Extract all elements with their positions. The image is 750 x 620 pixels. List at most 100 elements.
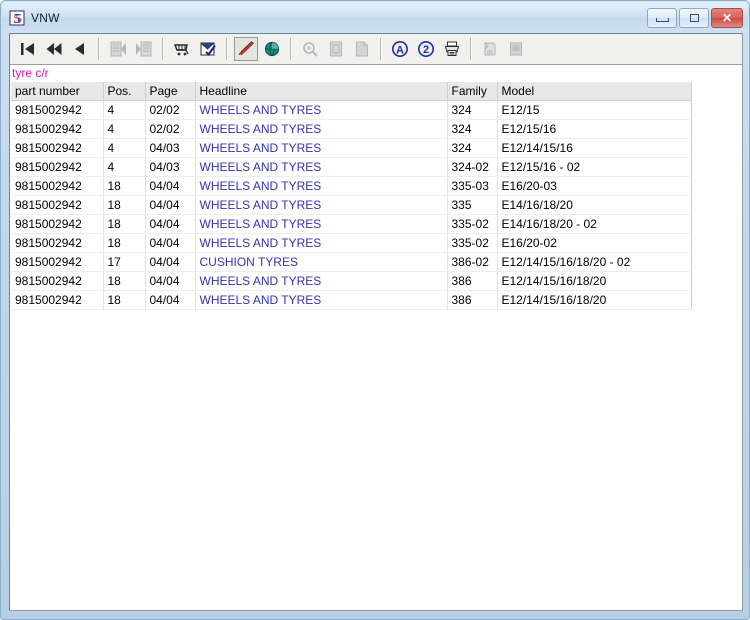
close-button[interactable]: ✕ (711, 7, 743, 28)
globe-icon[interactable] (260, 37, 284, 61)
highlight-pen-icon[interactable] (234, 37, 258, 61)
cell-head[interactable]: WHEELS AND TYRES (195, 271, 448, 291)
toolbar: A2 (10, 34, 742, 65)
cell-family: 335-02 (447, 233, 498, 253)
cell-model: E12/15 (497, 100, 692, 120)
document-next-icon (132, 37, 156, 61)
cell-head[interactable]: WHEELS AND TYRES (195, 138, 448, 158)
cell-part: 9815002942 (11, 100, 104, 120)
results-table: part number Pos. Page Headline Family Model 9… (11, 82, 692, 310)
cell-model: E12/14/15/16/18/20 (497, 271, 692, 291)
clipboard-icon (504, 37, 528, 61)
cell-model: E12/14/15/16/18/20 (497, 290, 692, 310)
window-title: VNW (31, 10, 60, 25)
cell-head[interactable]: WHEELS AND TYRES (195, 176, 448, 196)
maximize-icon (680, 9, 708, 27)
cell-head[interactable]: WHEELS AND TYRES (195, 100, 448, 120)
table-row[interactable]: 9815002942 17 04/04 CUSHION TYRES 386-02 E12/… (11, 252, 692, 272)
fast-rewind-icon[interactable] (42, 37, 66, 61)
toolbar-separator (226, 38, 228, 60)
application-window: 5 5 VNW ✕ A2 tyre c/r part number Pos. Pag… (0, 0, 750, 620)
annotate-a-icon[interactable]: A (388, 37, 412, 61)
column-header-part[interactable]: part number (11, 82, 104, 101)
cell-pos: 18 (103, 233, 146, 253)
cell-pos: 18 (103, 271, 146, 291)
table-row[interactable]: 9815002942 4 02/02 WHEELS AND TYRES 324 E12/1… (11, 119, 692, 139)
maximize-button[interactable] (679, 7, 709, 28)
cell-pos: 18 (103, 195, 146, 215)
cell-page: 04/04 (145, 214, 196, 234)
cell-family: 324 (447, 138, 498, 158)
notes-icon (478, 37, 502, 61)
table-row[interactable]: 9815002942 4 04/03 WHEELS AND TYRES 324-02 E1… (11, 157, 692, 177)
cell-family: 386 (447, 271, 498, 291)
cell-family: 335-03 (447, 176, 498, 196)
cell-part: 9815002942 (11, 119, 104, 139)
cell-page: 04/04 (145, 252, 196, 272)
cell-page: 04/04 (145, 195, 196, 215)
column-header-family[interactable]: Family (447, 82, 498, 101)
results-body: 9815002942 4 02/02 WHEELS AND TYRES 324 E12/1… (11, 100, 692, 310)
cell-head[interactable]: WHEELS AND TYRES (195, 214, 448, 234)
toolbar-separator (98, 38, 100, 60)
cell-model: E12/14/15/16 (497, 138, 692, 158)
title-bar[interactable]: 5 5 VNW ✕ (2, 2, 748, 33)
cell-page: 04/03 (145, 138, 196, 158)
results-header-row: part number Pos. Page Headline Family Model (11, 82, 692, 101)
cell-pos: 18 (103, 214, 146, 234)
cell-family: 335-02 (447, 214, 498, 234)
table-row[interactable]: 9815002942 18 04/04 WHEELS AND TYRES 335 E14/… (11, 195, 692, 215)
cell-model: E12/15/16 (497, 119, 692, 139)
cell-family: 386 (447, 290, 498, 310)
cell-part: 9815002942 (11, 195, 104, 215)
table-row[interactable]: 9815002942 18 04/04 WHEELS AND TYRES 386 E12/… (11, 290, 692, 310)
cell-head[interactable]: WHEELS AND TYRES (195, 119, 448, 139)
table-row[interactable]: 9815002942 18 04/04 WHEELS AND TYRES 335-02 E… (11, 214, 692, 234)
toolbar-separator (470, 38, 472, 60)
cell-part: 9815002942 (11, 233, 104, 253)
table-row[interactable]: 9815002942 4 02/02 WHEELS AND TYRES 324 E12/1… (11, 100, 692, 120)
cell-model: E14/16/18/20 - 02 (497, 214, 692, 234)
document-first-icon (106, 37, 130, 61)
annotate-2-icon[interactable]: 2 (414, 37, 438, 61)
toolbar-separator (380, 38, 382, 60)
cell-pos: 4 (103, 100, 146, 120)
column-header-pos[interactable]: Pos. (103, 82, 146, 101)
cell-part: 9815002942 (11, 138, 104, 158)
cell-model: E14/16/18/20 (497, 195, 692, 215)
column-header-head[interactable]: Headline (195, 82, 448, 101)
vnw-logo-icon: 5 5 (9, 10, 25, 27)
cell-model: E16/20-02 (497, 233, 692, 253)
first-record-icon[interactable] (16, 37, 40, 61)
table-row[interactable]: 9815002942 18 04/04 WHEELS AND TYRES 335-03 E… (11, 176, 692, 196)
client-area: A2 tyre c/r part number Pos. Page Headline F… (9, 33, 743, 611)
cell-family: 324 (447, 119, 498, 139)
results-head: part number Pos. Page Headline Family Model (11, 82, 692, 101)
cell-part: 9815002942 (11, 157, 104, 177)
cell-head[interactable]: WHEELS AND TYRES (195, 290, 448, 310)
cell-head[interactable]: WHEELS AND TYRES (195, 233, 448, 253)
print-icon[interactable] (440, 37, 464, 61)
cell-head[interactable]: WHEELS AND TYRES (195, 195, 448, 215)
minimize-button[interactable] (647, 7, 677, 28)
shopping-cart-icon[interactable] (170, 37, 194, 61)
cell-head[interactable]: WHEELS AND TYRES (195, 157, 448, 177)
cell-page: 04/04 (145, 233, 196, 253)
page-alt-view-icon (350, 37, 374, 61)
cell-model: E16/20-03 (497, 176, 692, 196)
table-row[interactable]: 9815002942 4 04/03 WHEELS AND TYRES 324 E12/1… (11, 138, 692, 158)
column-header-page[interactable]: Page (145, 82, 196, 101)
search-term-label: tyre c/r (12, 66, 49, 80)
table-row[interactable]: 9815002942 18 04/04 WHEELS AND TYRES 386 E12/… (11, 271, 692, 291)
order-checklist-icon[interactable] (196, 37, 220, 61)
table-row[interactable]: 9815002942 18 04/04 WHEELS AND TYRES 335-02 E… (11, 233, 692, 253)
previous-record-icon[interactable] (68, 37, 92, 61)
cell-part: 9815002942 (11, 176, 104, 196)
cell-head[interactable]: CUSHION TYRES (195, 252, 448, 272)
svg-text:A: A (396, 44, 404, 56)
page-view-icon (324, 37, 348, 61)
toolbar-separator (290, 38, 292, 60)
cell-pos: 18 (103, 290, 146, 310)
svg-text:2: 2 (423, 44, 429, 56)
column-header-model[interactable]: Model (497, 82, 692, 101)
